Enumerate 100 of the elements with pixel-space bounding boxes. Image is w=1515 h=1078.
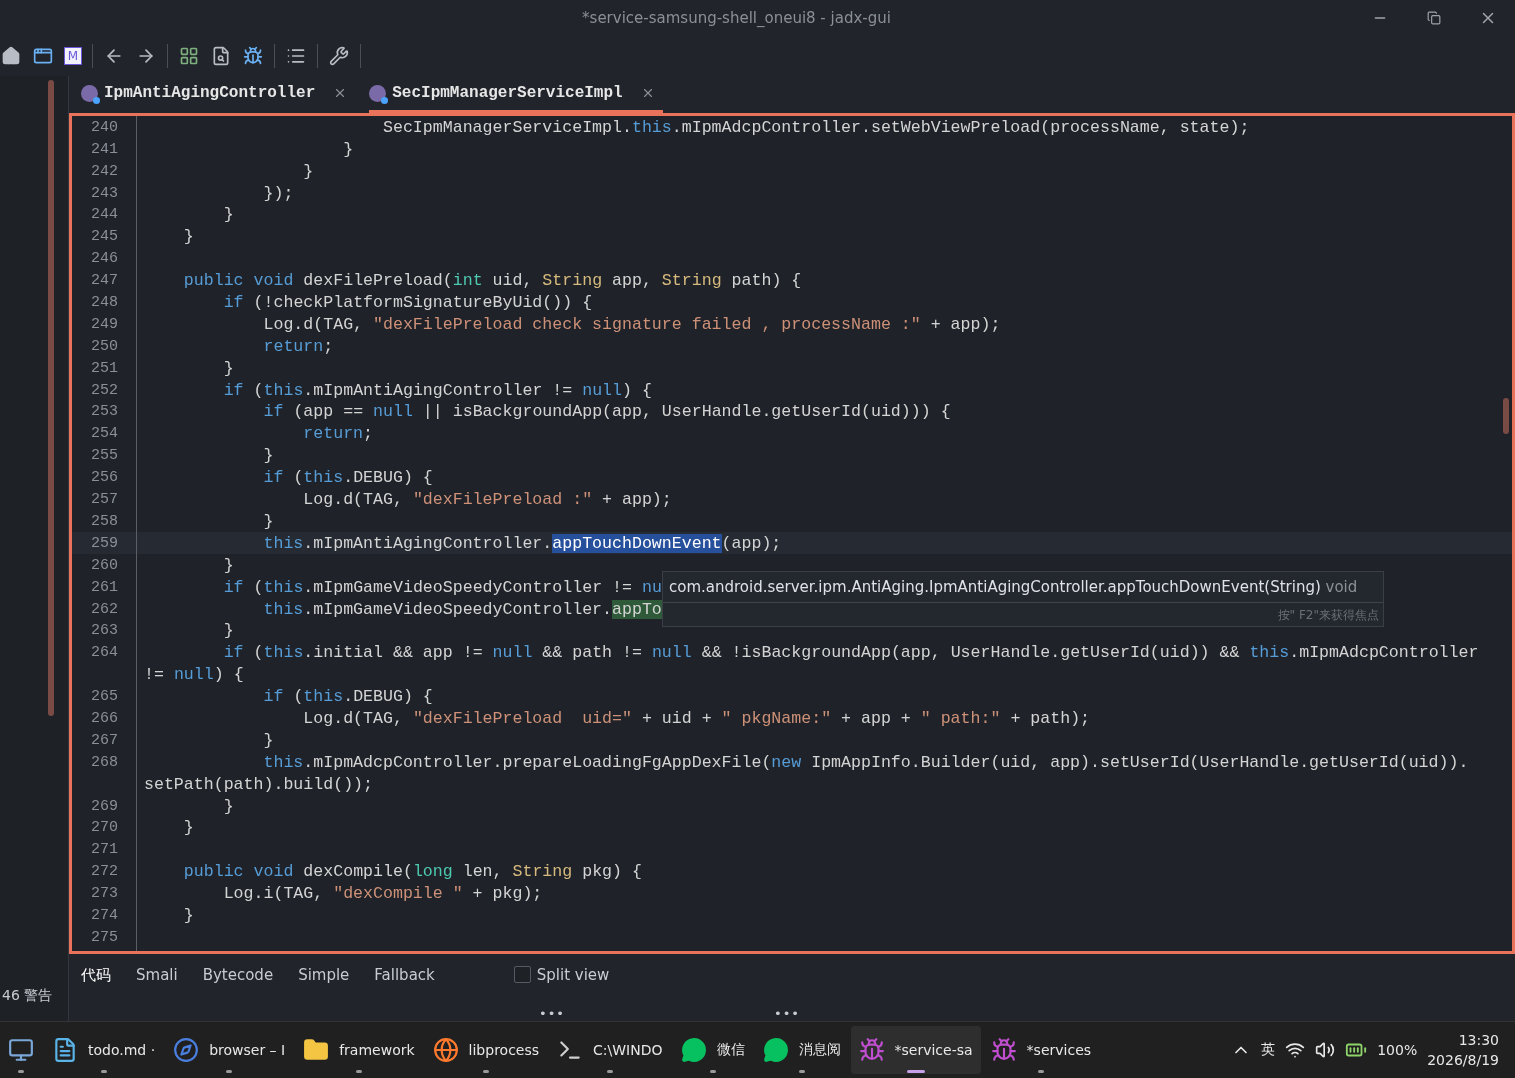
- taskbar-label: framework: [339, 1042, 415, 1058]
- folder-icon: [303, 1037, 330, 1063]
- line-number: 249: [90, 315, 118, 333]
- code-line: }: [222, 555, 234, 575]
- tab-label[interactable]: IpmAntiAgingController: [104, 84, 316, 103]
- line-number: 266: [90, 709, 118, 727]
- app-icon: [990, 1037, 1017, 1063]
- volume-icon[interactable]: [1315, 1040, 1336, 1060]
- code-line: public void dexFilePreload(int uid, String app, String path) {: [182, 271, 802, 291]
- taskbar-item[interactable]: todo.md ·: [44, 1026, 164, 1074]
- window-title: *service-samsung-shell_oneui8 - jadx-gui: [581, 9, 892, 27]
- line-number: 268: [90, 753, 118, 771]
- code-line: return;: [262, 336, 334, 356]
- code-line: }: [222, 621, 234, 641]
- taskbar-item[interactable]: framework: [295, 1026, 423, 1074]
- line-number: 275: [90, 928, 118, 946]
- warning-count[interactable]: 46 警告: [0, 987, 68, 1021]
- code-line: }: [262, 730, 274, 750]
- code-line: != null) {: [144, 665, 244, 685]
- code-line: SecIpmManagerServiceImpl.this.mIpmAdcpController.setWebViewPreload(processName, state);: [382, 117, 1250, 137]
- view-tab[interactable]: 代码: [81, 965, 111, 985]
- taskbar-label: *service-sa: [894, 1042, 973, 1058]
- code-line: }: [222, 358, 234, 378]
- taskbar-item[interactable]: browser – I: [165, 1026, 294, 1074]
- code-line: if (app == null || isBackgroundApp(app, UserHandle.getUserId(uid))) {: [262, 402, 951, 422]
- wifi-icon[interactable]: [1285, 1040, 1306, 1060]
- line-number: 246: [90, 250, 118, 268]
- input-method[interactable]: 英: [1261, 1041, 1276, 1059]
- clock-time[interactable]: 13:30: [1458, 1032, 1499, 1048]
- view-tab[interactable]: Smali: [136, 965, 178, 984]
- code-line: }: [302, 161, 314, 181]
- code-line: }: [262, 511, 274, 531]
- taskbar-item[interactable]: C:\WINDO: [549, 1026, 671, 1074]
- taskbar-label: *services: [1026, 1042, 1092, 1058]
- code-line: this.mIpmGameVideoSpeedyController.appTo: [262, 599, 662, 619]
- line-number: 254: [90, 425, 118, 443]
- code-line: if (this.DEBUG) {: [262, 468, 433, 488]
- chat-icon: [680, 1037, 707, 1063]
- taskbar-item[interactable]: 微信: [672, 1026, 753, 1074]
- line-number: 261: [90, 578, 118, 596]
- line-number: 271: [90, 841, 118, 859]
- clock-date[interactable]: 2026/8/19: [1427, 1052, 1499, 1068]
- code-line: }: [222, 205, 234, 225]
- taskbar-label: browser – I: [209, 1042, 286, 1058]
- taskbar-label: libprocess: [468, 1042, 540, 1058]
- code-line: if (this.mIpmGameVideoSpeedyController != nu: [222, 577, 662, 597]
- taskbar-item[interactable]: *service-sa: [850, 1026, 981, 1074]
- view-tab[interactable]: Simple: [298, 965, 350, 984]
- scrollbar-thumb[interactable]: [48, 80, 54, 716]
- class-icon: [81, 84, 98, 102]
- line-number: 270: [90, 819, 118, 837]
- line-number: 245: [90, 228, 118, 246]
- battery-percent: 100%: [1377, 1042, 1418, 1058]
- code-line: return;: [302, 424, 374, 444]
- code-line: if (!checkPlatformSignatureByUid()) {: [222, 293, 593, 313]
- line-number: 258: [90, 512, 118, 530]
- line-number: 242: [90, 162, 118, 180]
- code-line: setPath(path).build());: [144, 774, 374, 794]
- line-number: 252: [90, 381, 118, 399]
- taskbar-item[interactable]: 消息阅: [754, 1026, 849, 1074]
- code-line: Log.d(TAG, "dexFilePreload check signature failed , processName :" + app);: [262, 314, 1001, 334]
- code-line: if (this.initial && app != null && path != null && !isBackgroundApp(app, UserHandle.getUserId(uid)) && this.mIpmAdcpController: [222, 643, 1479, 663]
- view-tab[interactable]: Fallback: [374, 965, 435, 984]
- code-line: public void dexCompile(long len, String pkg) {: [182, 862, 642, 882]
- scrollbar-thumb[interactable]: [1503, 398, 1509, 435]
- code-line: }: [182, 905, 194, 925]
- taskbar-label: todo.md ·: [88, 1042, 156, 1058]
- line-number: 262: [90, 600, 118, 618]
- line-number: 269: [90, 797, 118, 815]
- code-line: }: [182, 818, 194, 838]
- line-number: 255: [90, 447, 118, 465]
- taskbar-item[interactable]: *services: [982, 1026, 1100, 1074]
- code-editor[interactable]: [69, 113, 1515, 954]
- drag-handle[interactable]: •••: [774, 1006, 800, 1021]
- line-number: 250: [90, 337, 118, 355]
- m-icon[interactable]: M: [64, 47, 82, 65]
- wrench-icon[interactable]: [328, 44, 350, 68]
- drag-handle[interactable]: •••: [539, 1006, 565, 1021]
- code-line: }: [262, 446, 274, 466]
- line-number: 240: [90, 118, 118, 136]
- code-line: this.mIpmAdcpController.prepareLoadingFgAppDexFile(new IpmAppInfo.Builder(uid, app).setUserId(UserHandle.getUserId(uid)).: [262, 752, 1469, 772]
- line-number: 253: [90, 403, 118, 421]
- split-view-checkbox[interactable]: Split view: [513, 965, 610, 984]
- monitor-icon: [8, 1037, 34, 1063]
- editor-tab[interactable]: IpmAntiAgingController: [81, 84, 356, 114]
- code-line: this.mIpmAntiAgingController.appTouchDownEvent(app);: [262, 533, 782, 553]
- restore-icon[interactable]: [1427, 11, 1441, 25]
- notepad-icon: [52, 1037, 78, 1063]
- view-tab[interactable]: Bytecode: [202, 965, 274, 984]
- line-number: 247: [90, 272, 118, 290]
- chat-icon: [762, 1037, 789, 1063]
- line-number: 259: [90, 534, 118, 552]
- code-line: Log.d(TAG, "dexFilePreload :" + app);: [302, 490, 672, 510]
- checkbox[interactable]: [513, 966, 531, 984]
- line-number: 257: [90, 491, 118, 509]
- line-number: 263: [90, 622, 118, 640]
- taskbar-label: 消息阅: [798, 1041, 841, 1059]
- app-icon: [858, 1037, 885, 1063]
- tab-label[interactable]: SecIpmManagerServiceImpl: [392, 84, 623, 103]
- taskbar-item[interactable]: libprocess: [424, 1026, 548, 1074]
